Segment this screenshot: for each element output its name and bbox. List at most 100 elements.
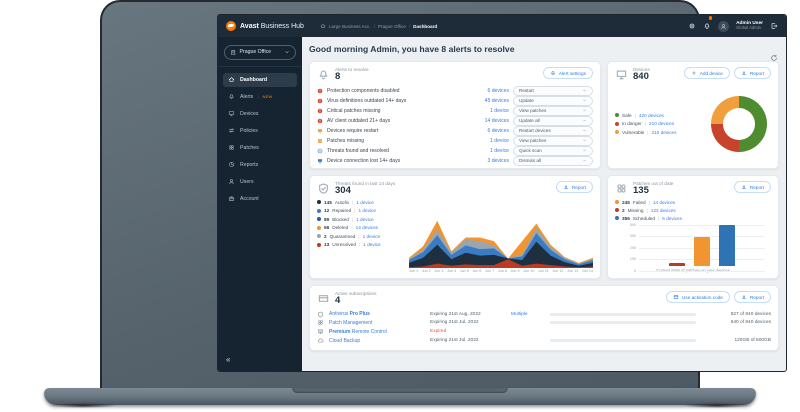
- bell-icon: [550, 70, 556, 76]
- alert-severity-icon: [317, 108, 323, 114]
- device-count-link[interactable]: 1 device: [363, 242, 380, 247]
- alert-action-select[interactable]: View patches: [513, 135, 593, 146]
- sidebar-item-policies[interactable]: Policies: [223, 124, 297, 138]
- sidebar-item-patches[interactable]: Patches: [223, 141, 297, 155]
- sidebar-collapse-button[interactable]: «: [218, 354, 302, 366]
- building-icon: [230, 49, 237, 56]
- devices-report-button[interactable]: Report: [733, 67, 771, 79]
- breadcrumb-middle[interactable]: Prague Office: [378, 24, 406, 29]
- alert-row: Threats found and resolved 1 device Quic…: [317, 145, 593, 156]
- chevron-down-icon: [582, 108, 587, 113]
- legend-dot: [615, 130, 619, 135]
- bar-scheduled: [719, 224, 735, 266]
- device-count-link[interactable]: 6 devices: [465, 128, 509, 134]
- sidebar-item-account[interactable]: Account: [223, 192, 297, 206]
- avatar[interactable]: [718, 20, 730, 32]
- new-badge: NEW: [258, 94, 273, 99]
- patches-report-button[interactable]: Report: [733, 181, 771, 193]
- legend-item: 2 Quarantined | 1 device: [317, 234, 403, 239]
- alert-severity-icon: [317, 138, 323, 144]
- device-count-link[interactable]: 14 devices: [356, 225, 378, 230]
- patches-card: Patches out of date 135 Report 245 Failed…: [607, 175, 779, 279]
- subscription-progress: [550, 312, 696, 316]
- legend-item: 245 Failed | 14 devices: [615, 200, 771, 205]
- threats-report-button[interactable]: Report: [555, 181, 593, 193]
- sidebar-item-users[interactable]: Users: [223, 175, 297, 189]
- subscriptions-report-button[interactable]: Report: [733, 291, 771, 303]
- subscription-link[interactable]: Cloud Backup: [329, 338, 425, 344]
- device-count-link[interactable]: 1 device: [465, 148, 509, 154]
- alert-action-select[interactable]: Quick scan: [513, 145, 593, 156]
- device-count-link[interactable]: 6 devices: [662, 216, 682, 221]
- device-count-link[interactable]: 1 device: [465, 108, 509, 114]
- refresh-icon[interactable]: [770, 54, 778, 62]
- legend-item: In danger | 210 devices: [615, 121, 677, 126]
- user-menu[interactable]: Admin User Global Admin: [736, 21, 763, 31]
- device-count-link[interactable]: 210 devices: [651, 130, 676, 135]
- alerts-count: 8: [335, 71, 341, 83]
- alert-action-select[interactable]: Update: [513, 95, 593, 106]
- alert-severity-icon: [317, 158, 323, 164]
- subscription-row: Patch Management Expiring 21st Jul, 2022…: [317, 318, 771, 327]
- threats-count: 304: [335, 185, 351, 197]
- subscription-link[interactable]: Antivirus Pro Plus: [329, 311, 425, 317]
- patches-icon: [228, 144, 235, 151]
- alert-action-select[interactable]: Restart: [513, 85, 593, 96]
- brand-title: Avast Business Hub: [240, 22, 304, 30]
- device-count-link[interactable]: 6 devices: [465, 88, 509, 94]
- alert-row: Protection components disabled 6 devices…: [317, 85, 593, 96]
- legend-dot: [615, 121, 619, 126]
- card-icon: [673, 294, 679, 300]
- device-count-link[interactable]: 1 device: [356, 200, 373, 205]
- subscription-link[interactable]: Patch Management: [329, 320, 425, 326]
- add-device-button[interactable]: Add device: [683, 67, 730, 79]
- alert-settings-button[interactable]: Alert settings: [542, 67, 593, 79]
- device-count-link[interactable]: 1 device: [358, 208, 375, 213]
- bar-missing: [669, 263, 685, 266]
- breadcrumb-root[interactable]: Large Business Acc.: [329, 24, 371, 29]
- device-count-link[interactable]: 1 device: [465, 138, 509, 144]
- device-count-link[interactable]: 210 devices: [649, 121, 674, 126]
- alert-severity-icon: [317, 128, 323, 134]
- patches-card-icon: [615, 182, 628, 195]
- device-count-link[interactable]: 420 devices: [639, 113, 664, 118]
- settings-gear-icon[interactable]: [688, 22, 696, 30]
- alert-row: Device connection lost 14+ days 3 device…: [317, 155, 593, 166]
- chevron-down-icon: [582, 148, 587, 153]
- brand-logo: Avast Business Hub: [226, 21, 304, 31]
- legend-dot: [317, 242, 321, 247]
- logout-icon[interactable]: [770, 22, 778, 30]
- device-count-link[interactable]: 3 devices: [465, 158, 509, 164]
- device-count-link[interactable]: 1 device: [363, 234, 380, 239]
- alert-action-select[interactable]: View patches: [513, 105, 593, 116]
- alert-action-select[interactable]: Update all: [513, 115, 593, 126]
- alert-action-select[interactable]: Dismiss all: [513, 155, 593, 166]
- device-count-link[interactable]: 14 devices: [465, 118, 509, 124]
- device-count-link[interactable]: 1 device: [356, 217, 373, 222]
- legend-dot: [615, 113, 619, 118]
- laptop-base: [44, 388, 756, 408]
- notifications-button[interactable]: [703, 16, 713, 35]
- threats-x-axis: Jun 1 Jun 2 Jun 3 Jun 4 Jun 5 Jun 6 Jun 7 Jun 8…: [409, 269, 593, 273]
- org-selector[interactable]: Prague Office: [224, 45, 296, 60]
- main-content: Good morning Admin, you have 8 alerts to…: [302, 37, 786, 371]
- sidebar-item-reports[interactable]: Reports: [223, 158, 297, 172]
- patch-management-icon: [317, 319, 324, 326]
- sidebar-item-dashboard[interactable]: Dashboard: [223, 72, 297, 87]
- multiple-link[interactable]: Multiple: [511, 312, 545, 317]
- device-count-link[interactable]: 14 devices: [653, 200, 675, 205]
- devices-card-icon: [615, 68, 628, 81]
- download-icon: [741, 70, 747, 76]
- user-icon: [720, 23, 727, 30]
- use-activation-code-button[interactable]: Use activation code: [666, 291, 730, 303]
- device-count-link[interactable]: 45 devices: [465, 98, 509, 104]
- device-count-link[interactable]: 123 devices: [651, 208, 676, 213]
- devices-count: 840: [633, 71, 649, 83]
- alert-severity-icon: [317, 118, 323, 124]
- policies-icon: [228, 127, 235, 134]
- alert-action-select[interactable]: Restart devices: [513, 125, 593, 136]
- sidebar-item-devices[interactable]: Devices: [223, 107, 297, 121]
- sidebar-item-alerts[interactable]: Alerts NEW: [223, 90, 297, 104]
- subscription-link[interactable]: Premium Remote Control: [329, 329, 425, 335]
- legend-dot: [317, 234, 321, 239]
